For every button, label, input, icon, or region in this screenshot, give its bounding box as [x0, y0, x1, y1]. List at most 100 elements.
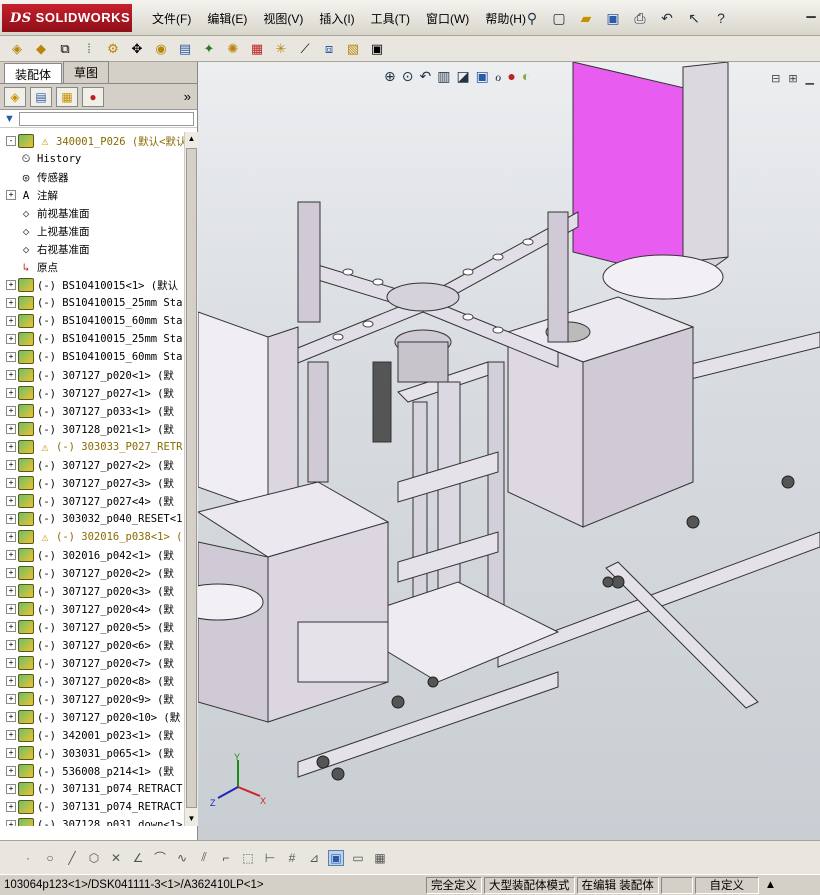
expand-icon[interactable]: + [6, 676, 16, 686]
expand-icon[interactable]: + [6, 766, 16, 776]
display-manager-icon[interactable]: ● [82, 86, 104, 107]
split-view-icon[interactable]: ⊟ [771, 72, 780, 85]
bill-of-materials-icon[interactable]: ▦ [246, 38, 268, 60]
expand-icon[interactable]: + [6, 298, 16, 308]
tree-item[interactable]: + A 注解 [0, 186, 184, 204]
expand-icon[interactable]: + [6, 586, 16, 596]
angle-icon[interactable]: ∠ [130, 850, 146, 866]
expand-icon[interactable]: + [6, 496, 16, 506]
scroll-down-icon[interactable]: ▼ [186, 812, 197, 826]
expand-icon[interactable]: + [6, 820, 16, 826]
expand-icon[interactable]: + [6, 802, 16, 812]
tree-item[interactable]: + (-) 307127_p020<2> (默 [0, 564, 184, 582]
tab-assembly[interactable]: 装配体 [4, 63, 63, 83]
property-manager-icon[interactable]: ▤ [30, 86, 52, 107]
tree-item[interactable]: + ⚠ (-) 303033_P027_RETR [0, 438, 184, 456]
expand-icon[interactable]: + [6, 388, 16, 398]
toolbar-layout-icon[interactable]: ▭ [350, 850, 366, 866]
tree-item[interactable]: + (-) 307131_p074_RETRACT [0, 780, 184, 798]
tree-item[interactable]: + (-) 307127_p020<9> (默 [0, 690, 184, 708]
hole-alignment-icon[interactable]: ▣ [366, 38, 388, 60]
tree-item[interactable]: + (-) 307127_p027<2> (默 [0, 456, 184, 474]
expand-icon[interactable]: + [6, 658, 16, 668]
tree-item[interactable]: + (-) 307127_p020<1> (默 [0, 366, 184, 384]
solidworks-logo[interactable]: DS SOLIDWORKS [2, 4, 132, 32]
tree-item[interactable]: + (-) BS10410015_25mm Sta [0, 330, 184, 348]
new-motion-study-icon[interactable]: ✺ [222, 38, 244, 60]
expand-icon[interactable]: + [6, 514, 16, 524]
tree-item[interactable]: + (-) 303031_p065<1> (默 [0, 744, 184, 762]
shaded-display-icon[interactable]: ▣ [328, 849, 344, 866]
tree-item[interactable]: - ⚠ 340001_P026 (默认<默认_ [0, 132, 184, 150]
menu-edit[interactable]: 编辑(E) [199, 10, 255, 27]
tree-item[interactable]: + (-) 302016_p042<1> (默 [0, 546, 184, 564]
expand-icon[interactable]: + [6, 568, 16, 578]
tree-item[interactable]: + (-) 307127_p020<5> (默 [0, 618, 184, 636]
tree-item[interactable]: + (-) 303032_p040_RESET<1 [0, 510, 184, 528]
mate-icon[interactable]: ⧉ [54, 38, 76, 60]
linear-pattern-icon[interactable]: ⁞ [78, 38, 100, 60]
zoom-to-area-icon[interactable]: ⊙ [402, 68, 414, 85]
scene-icon[interactable]: ◐ [522, 68, 530, 85]
tree-item[interactable]: ↳ 原点 [0, 258, 184, 276]
expand-icon[interactable]: + [6, 712, 16, 722]
tree-item[interactable]: + ⚠ (-) 302016_p038<1> ( [0, 528, 184, 546]
smart-fasteners-icon[interactable]: ⚙ [102, 38, 124, 60]
view-orientation-icon[interactable]: ◪ [456, 68, 469, 85]
offset-icon[interactable]: ⫽ [196, 850, 212, 866]
tab-sketch[interactable]: 草图 [63, 61, 110, 83]
tree-item[interactable]: ◇ 右视基准面 [0, 240, 184, 258]
pin-icon[interactable]: ⚲ [520, 6, 544, 30]
expand-icon[interactable]: + [6, 352, 16, 362]
tree-item[interactable]: + (-) BS10410015_60mm Sta [0, 312, 184, 330]
print-icon[interactable]: ⎙ [628, 6, 652, 30]
insert-component-icon[interactable]: ◆ [30, 38, 52, 60]
tree-item[interactable]: + (-) 536008_p214<1> (默 [0, 762, 184, 780]
expand-icon[interactable]: + [6, 784, 16, 794]
relation-icon[interactable]: ⊿ [306, 850, 322, 866]
expand-icon[interactable]: + [6, 694, 16, 704]
tree-item[interactable]: ◎ 传感器 [0, 168, 184, 186]
expand-icon[interactable]: + [6, 190, 16, 200]
assembly-features-icon[interactable]: ▤ [174, 38, 196, 60]
menu-tools[interactable]: 工具(T) [363, 10, 418, 27]
menu-view[interactable]: 视图(V) [255, 10, 311, 27]
expand-icon[interactable]: + [6, 550, 16, 560]
expand-icon[interactable]: + [6, 730, 16, 740]
expand-icon[interactable]: + [6, 316, 16, 326]
dimension-icon[interactable]: ⊢ [262, 850, 278, 866]
expand-icon[interactable]: + [6, 370, 16, 380]
clearance-verification-icon[interactable]: ▧ [342, 38, 364, 60]
expand-icon[interactable]: + [6, 748, 16, 758]
spline-icon[interactable]: ∿ [174, 850, 190, 866]
interference-detection-icon[interactable]: ⧈ [318, 38, 340, 60]
configuration-manager-icon[interactable]: ▦ [56, 86, 78, 107]
arc-icon[interactable]: ⌒ [152, 850, 168, 866]
tree-item[interactable]: + (-) BS10410015_25mm Sta [0, 294, 184, 312]
expand-panel-icon[interactable]: » [184, 89, 191, 104]
expand-icon[interactable]: + [6, 604, 16, 614]
expand-icon[interactable]: + [6, 280, 16, 290]
tree-item[interactable]: + (-) 307127_p027<4> (默 [0, 492, 184, 510]
expand-icon[interactable]: + [6, 406, 16, 416]
expand-icon[interactable]: + [6, 532, 16, 542]
hide-show-items-icon[interactable]: ℴ [495, 68, 501, 85]
edit-component-icon[interactable]: ◈ [6, 38, 28, 60]
filter-input[interactable] [18, 111, 194, 126]
new-document-icon[interactable]: ▢ [547, 6, 571, 30]
tree-item[interactable]: + (-) 342001_p023<1> (默 [0, 726, 184, 744]
expand-icon[interactable]: + [6, 478, 16, 488]
tree-item[interactable]: + (-) BS10410015_60mm Sta [0, 348, 184, 366]
tree-item[interactable]: + (-) BS10410015<1> (默认 [0, 276, 184, 294]
expand-icon[interactable]: + [6, 460, 16, 470]
tree-item[interactable]: ⏲ History [0, 150, 184, 168]
tree-item[interactable]: ◇ 上视基准面 [0, 222, 184, 240]
tree-scrollbar[interactable]: ▲ ▼ [184, 132, 198, 826]
tree-item[interactable]: + (-) 307127_p033<1> (默 [0, 402, 184, 420]
tree-item[interactable]: + (-) 307127_p027<3> (默 [0, 474, 184, 492]
trim-icon[interactable]: ✕ [108, 850, 124, 866]
table-icon[interactable]: ▦ [372, 850, 388, 866]
menu-insert[interactable]: 插入(I) [311, 10, 362, 27]
minimize-icon[interactable]: ▁ [802, 4, 820, 22]
tree-item[interactable]: ◇ 前视基准面 [0, 204, 184, 222]
